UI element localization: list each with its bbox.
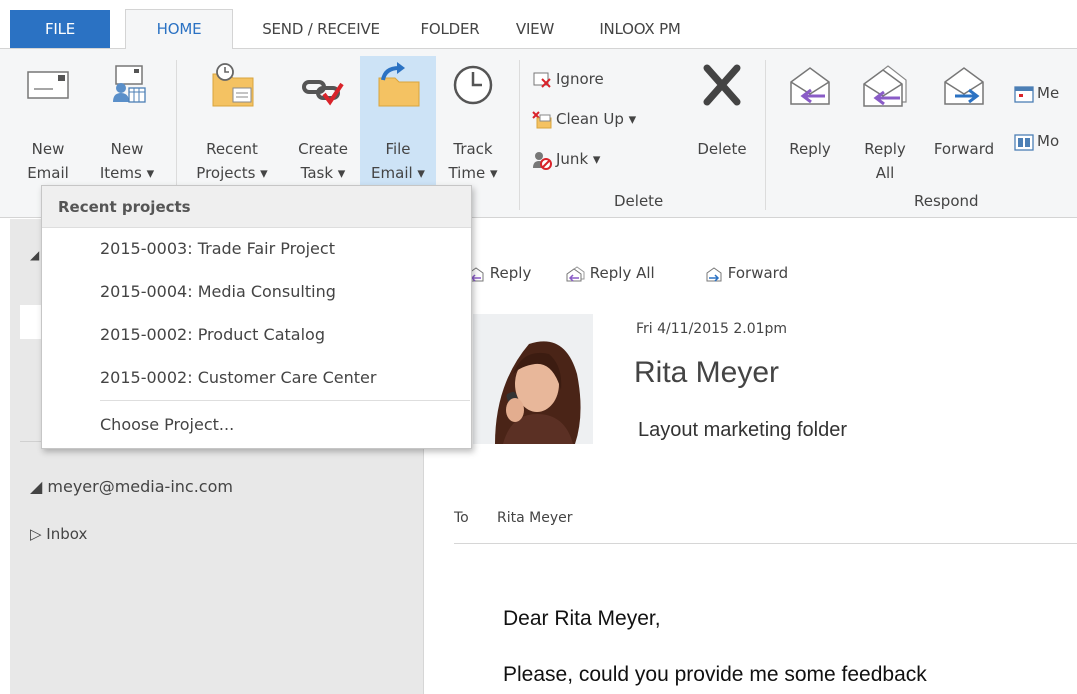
inline-reply-all-button[interactable]: Reply All: [565, 264, 655, 282]
track-time-button[interactable]: Track Time ▾: [437, 56, 509, 186]
forward-icon: [944, 67, 984, 105]
recent-project-item[interactable]: 2015-0003: Trade Fair Project: [100, 234, 335, 264]
new-items-button[interactable]: New Items ▾: [96, 56, 158, 186]
inline-forward-button[interactable]: Forward: [705, 264, 788, 282]
tab-view[interactable]: VIEW: [505, 10, 565, 48]
message-subject: Layout marketing folder: [638, 419, 848, 441]
recent-project-item[interactable]: 2015-0002: Product Catalog: [100, 320, 325, 350]
ignore-icon: [533, 72, 551, 88]
to-label: To: [454, 510, 469, 526]
ribbon-separator: [765, 60, 766, 210]
clean-up-icon: [532, 110, 552, 128]
to-recipient[interactable]: Rita Meyer: [497, 510, 572, 526]
ignore-button[interactable]: Ignore: [531, 66, 604, 92]
reply-all-icon: [566, 265, 585, 282]
tab-folder[interactable]: FOLDER: [410, 10, 490, 48]
create-task-button[interactable]: Create Task ▾: [287, 56, 359, 186]
create-task-icon: [302, 80, 344, 106]
dropdown-header: Recent projects: [42, 186, 471, 228]
clock-icon: [453, 65, 493, 105]
recent-project-item[interactable]: 2015-0004: Media Consulting: [100, 277, 336, 307]
reply-all-icon: [863, 65, 907, 107]
recent-project-item[interactable]: 2015-0002: Customer Care Center: [100, 363, 376, 393]
message-body: Please, could you provide me some feedba…: [503, 663, 927, 686]
file-email-button[interactable]: File Email ▾: [360, 56, 436, 186]
more-button[interactable]: Mo: [1014, 128, 1059, 154]
reading-pane: Reply Reply All Forward Fri 4/11/2015 2.…: [425, 219, 1077, 694]
group-label-delete: Delete: [614, 192, 664, 210]
new-items-icon: [113, 65, 146, 103]
tab-send-receive[interactable]: SEND / RECEIVE: [246, 10, 396, 48]
header-divider: [454, 543, 1077, 544]
delete-x-icon: [703, 64, 741, 106]
envelope-icon: [27, 71, 69, 99]
sender-name[interactable]: Rita Meyer: [634, 356, 779, 390]
more-icon: [1014, 133, 1034, 151]
inbox-folder[interactable]: ▷ Inbox: [30, 525, 87, 543]
forward-button[interactable]: Forward: [924, 56, 1004, 186]
clean-up-button[interactable]: Clean Up ▾: [531, 106, 636, 132]
dropdown-divider: [100, 400, 470, 401]
reply-all-button[interactable]: Reply All: [852, 56, 918, 186]
inline-reply-button[interactable]: Reply: [467, 264, 531, 282]
collapse-arrow-icon[interactable]: ◢: [30, 248, 39, 262]
tab-home[interactable]: HOME: [125, 9, 233, 49]
reply-icon: [790, 67, 830, 105]
ribbon-separator: [519, 60, 520, 210]
meeting-icon: [1014, 85, 1034, 103]
junk-button[interactable]: Junk ▾: [531, 146, 600, 172]
tab-inloox-pm[interactable]: INLOOX PM: [585, 10, 695, 48]
message-greeting: Dear Rita Meyer,: [503, 607, 661, 630]
junk-icon: [533, 151, 552, 170]
recent-projects-icon: [212, 63, 254, 107]
file-email-icon: [378, 62, 420, 107]
new-email-button[interactable]: New Email: [18, 56, 78, 186]
message-date: Fri 4/11/2015 2.01pm: [636, 321, 788, 337]
meeting-button[interactable]: Me: [1014, 80, 1059, 106]
account-node[interactable]: ◢ meyer@media-inc.com: [30, 477, 233, 496]
delete-button[interactable]: Delete: [689, 56, 755, 186]
sender-avatar: [473, 314, 593, 444]
forward-icon: [706, 266, 722, 282]
ribbon-tab-bar: FILE HOME SEND / RECEIVE FOLDER VIEW INL…: [0, 0, 1077, 49]
choose-project-item[interactable]: Choose Project...: [100, 410, 234, 440]
tab-file[interactable]: FILE: [10, 10, 110, 48]
recent-projects-dropdown: Recent projects 2015-0003: Trade Fair Pr…: [41, 185, 472, 449]
recent-projects-button[interactable]: Recent Projects ▾: [188, 56, 276, 186]
group-label-respond: Respond: [914, 192, 979, 210]
reply-button[interactable]: Reply: [778, 56, 842, 186]
